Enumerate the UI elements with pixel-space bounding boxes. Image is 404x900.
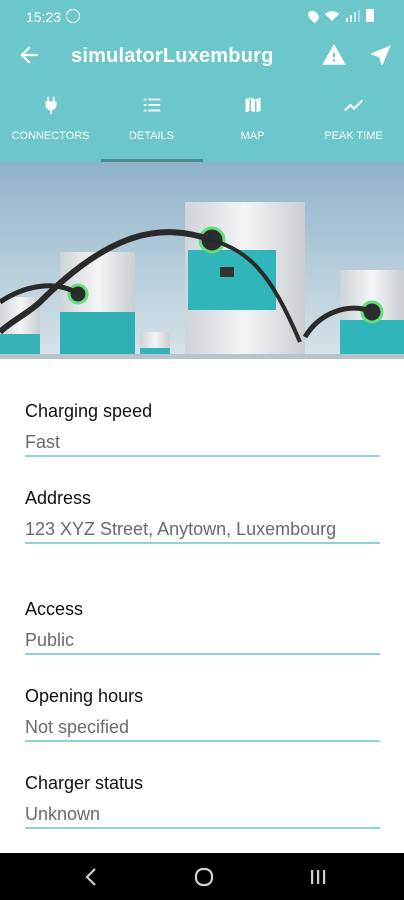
recents-icon[interactable] <box>306 865 330 889</box>
field-label: Address <box>25 488 92 508</box>
battery-icon <box>366 9 374 22</box>
tab-bar: CONNECTORS DETAILS MAP PEAK TIME <box>0 80 404 162</box>
field-value: Fast <box>25 432 61 452</box>
back-icon[interactable] <box>80 865 104 889</box>
signal-icon <box>346 9 360 22</box>
tab-peak-time[interactable]: PEAK TIME <box>303 80 404 162</box>
tab-label: DETAILS <box>128 130 175 142</box>
system-navigation-bar <box>0 853 404 900</box>
status-icons <box>306 8 374 23</box>
status-time: 15:23 <box>26 9 62 25</box>
field-value: Public <box>25 630 75 650</box>
plug-icon <box>45 96 56 115</box>
tab-details[interactable]: DETAILS <box>101 80 202 162</box>
location-icon <box>306 8 321 23</box>
wifi-icon <box>325 10 339 21</box>
tab-connectors[interactable]: CONNECTORS <box>0 80 101 162</box>
field-access: Access Public <box>25 599 380 655</box>
navigation-arrow-icon[interactable] <box>368 42 394 68</box>
app-bar: simulatorLuxemburg <box>0 34 404 80</box>
hero-illustration <box>0 162 404 359</box>
whatsapp-icon <box>66 9 80 23</box>
tab-map[interactable]: MAP <box>202 80 303 162</box>
tab-label: PEAK TIME <box>324 130 383 142</box>
status-bar: 15:23 <box>0 0 404 34</box>
field-charger-status: Charger status Unknown <box>25 773 380 829</box>
warning-icon[interactable] <box>321 42 347 68</box>
field-value: Unknown <box>25 804 101 824</box>
trend-line-icon <box>343 99 363 112</box>
field-label: Charger status <box>25 773 144 793</box>
charging-stations-image <box>0 162 404 359</box>
home-icon[interactable] <box>192 865 216 889</box>
field-address: Address 123 XYZ Street, Anytown, Luxembo… <box>25 488 380 544</box>
page-title: simulatorLuxemburg <box>71 45 274 67</box>
field-label: Charging speed <box>25 401 153 421</box>
list-icon <box>143 98 160 112</box>
field-charging-speed: Charging speed Fast <box>25 401 380 457</box>
field-label: Opening hours <box>25 686 144 706</box>
field-value: 123 XYZ Street, Anytown, Luxembourg <box>25 519 337 539</box>
details-panel: Charging speed Fast Address 123 XYZ Stre… <box>0 359 404 853</box>
field-label: Access <box>25 599 84 619</box>
tab-label: MAP <box>240 130 265 142</box>
field-opening-hours: Opening hours Not specified <box>25 686 380 742</box>
map-icon <box>243 95 262 115</box>
tab-label: CONNECTORS <box>11 130 90 142</box>
arrow-left-icon[interactable] <box>16 42 42 68</box>
field-value: Not specified <box>25 717 130 737</box>
